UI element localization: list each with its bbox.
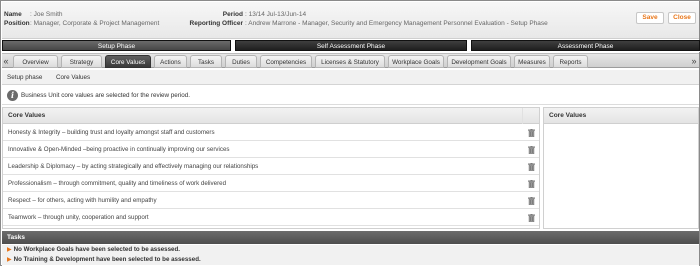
employee-header: Name : Joe Smith Position: Manager, Corpo… xyxy=(2,2,699,39)
trash-icon[interactable] xyxy=(528,180,535,188)
task-notice-text: No Workplace Goals have been selected to… xyxy=(13,246,180,253)
officer-value: : Andrew Marrone - Manager, Security and… xyxy=(245,20,548,27)
core-values-panel: Core Values Honesty & Integrity – buildi… xyxy=(2,107,540,229)
bullet-arrow-icon: ▶ xyxy=(7,247,12,253)
tab-measures[interactable]: Measures xyxy=(514,55,550,68)
core-value-text: Teamwork – through unity, cooperation an… xyxy=(8,214,149,221)
core-value-row: Professionalism – through commitment, qu… xyxy=(3,175,539,192)
phase-setup[interactable]: Setup Phase xyxy=(2,40,231,51)
position-value: : Manager, Corporate & Project Managemen… xyxy=(30,20,160,27)
position-row: Position: Manager, Corporate & Project M… xyxy=(4,20,159,27)
evaluation-window: Name : Joe Smith Position: Manager, Corpo… xyxy=(0,0,700,266)
tab-tasks[interactable]: Tasks xyxy=(190,55,222,68)
name-row: Name : Joe Smith xyxy=(4,11,63,18)
core-value-text: Professionalism – through commitment, qu… xyxy=(8,180,227,187)
core-value-row: Honesty & Integrity – building trust and… xyxy=(3,124,539,141)
save-button[interactable]: Save xyxy=(636,12,664,24)
breadcrumb-core-values: Core Values xyxy=(56,74,91,81)
tab-strategy[interactable]: Strategy xyxy=(61,55,102,68)
info-icon: i xyxy=(7,90,18,101)
tab-scroll-right-icon[interactable]: » xyxy=(690,55,698,68)
core-value-row: Innovative & Open-Minded –being proactiv… xyxy=(3,141,539,158)
phase-assessment[interactable]: Assessment Phase xyxy=(471,40,700,51)
trash-icon[interactable] xyxy=(528,197,535,205)
tab-reports[interactable]: Reports xyxy=(553,55,588,68)
breadcrumb: Setup phase Core Values xyxy=(2,70,699,85)
core-values-header: Core Values xyxy=(3,108,539,124)
tab-actions[interactable]: Actions xyxy=(154,55,187,68)
selected-core-values-panel: Core Values xyxy=(543,107,699,229)
core-value-row: Respect – for others, acting with humili… xyxy=(3,192,539,209)
tab-bar: « Overview Strategy Core Values Actions … xyxy=(2,53,699,68)
trash-icon[interactable] xyxy=(528,146,535,154)
header-divider xyxy=(522,108,523,124)
period-row: Period: 13/14 Jul-13/Jun-14 xyxy=(177,11,306,18)
info-text: Business Unit core values are selected f… xyxy=(21,92,191,99)
tasks-header: Tasks xyxy=(2,231,699,244)
phase-self-assessment[interactable]: Self Assessment Phase xyxy=(235,40,467,51)
core-value-text: Honesty & Integrity – building trust and… xyxy=(8,129,215,136)
tab-duties[interactable]: Duties xyxy=(225,55,257,68)
core-value-text: Leadership & Diplomacy – by acting strat… xyxy=(8,163,259,170)
phase-bar: Setup Phase Self Assessment Phase Assess… xyxy=(1,40,700,52)
core-value-text: Innovative & Open-Minded –being proactiv… xyxy=(8,146,230,153)
tab-licenses-statutory[interactable]: Licenses & Statutory xyxy=(315,55,385,68)
selected-core-values-header: Core Values xyxy=(544,108,698,124)
tab-core-values[interactable]: Core Values xyxy=(105,55,151,68)
core-value-text: Respect – for others, acting with humili… xyxy=(8,197,157,204)
tab-workplace-goals[interactable]: Workplace Goals xyxy=(388,55,444,68)
bullet-arrow-icon: ▶ xyxy=(7,257,12,263)
tasks-section: Tasks ▶ No Workplace Goals have been sele… xyxy=(2,231,699,266)
core-value-row: Teamwork – through unity, cooperation an… xyxy=(3,209,539,226)
period-label: Period xyxy=(222,11,243,18)
tab-scroll-left-icon[interactable]: « xyxy=(2,55,10,68)
core-value-row: Leadership & Diplomacy – by acting strat… xyxy=(3,158,539,175)
task-notice-text: No Training & Development have been sele… xyxy=(13,256,201,263)
position-label: Position xyxy=(4,20,30,27)
breadcrumb-setup-phase[interactable]: Setup phase xyxy=(7,74,42,81)
trash-icon[interactable] xyxy=(528,129,535,137)
close-button[interactable]: Close xyxy=(668,12,696,24)
officer-label: Reporting Officer xyxy=(189,20,243,27)
trash-icon[interactable] xyxy=(528,214,535,222)
task-notice: ▶ No Training & Development have been sel… xyxy=(2,255,699,265)
tab-development-goals[interactable]: Development Goals xyxy=(447,55,511,68)
name-label: Name xyxy=(4,11,22,18)
task-notice: ▶ No Workplace Goals have been selected t… xyxy=(2,245,699,255)
tab-competencies[interactable]: Competencies xyxy=(260,55,312,68)
name-value: : Joe Smith xyxy=(30,11,63,18)
period-value: : 13/14 Jul-13/Jun-14 xyxy=(245,11,307,18)
info-message: i Business Unit core values are selected… xyxy=(2,87,699,105)
officer-row: Reporting Officer: Andrew Marrone - Mana… xyxy=(177,20,548,27)
tab-overview[interactable]: Overview xyxy=(13,55,58,68)
trash-icon[interactable] xyxy=(528,163,535,171)
